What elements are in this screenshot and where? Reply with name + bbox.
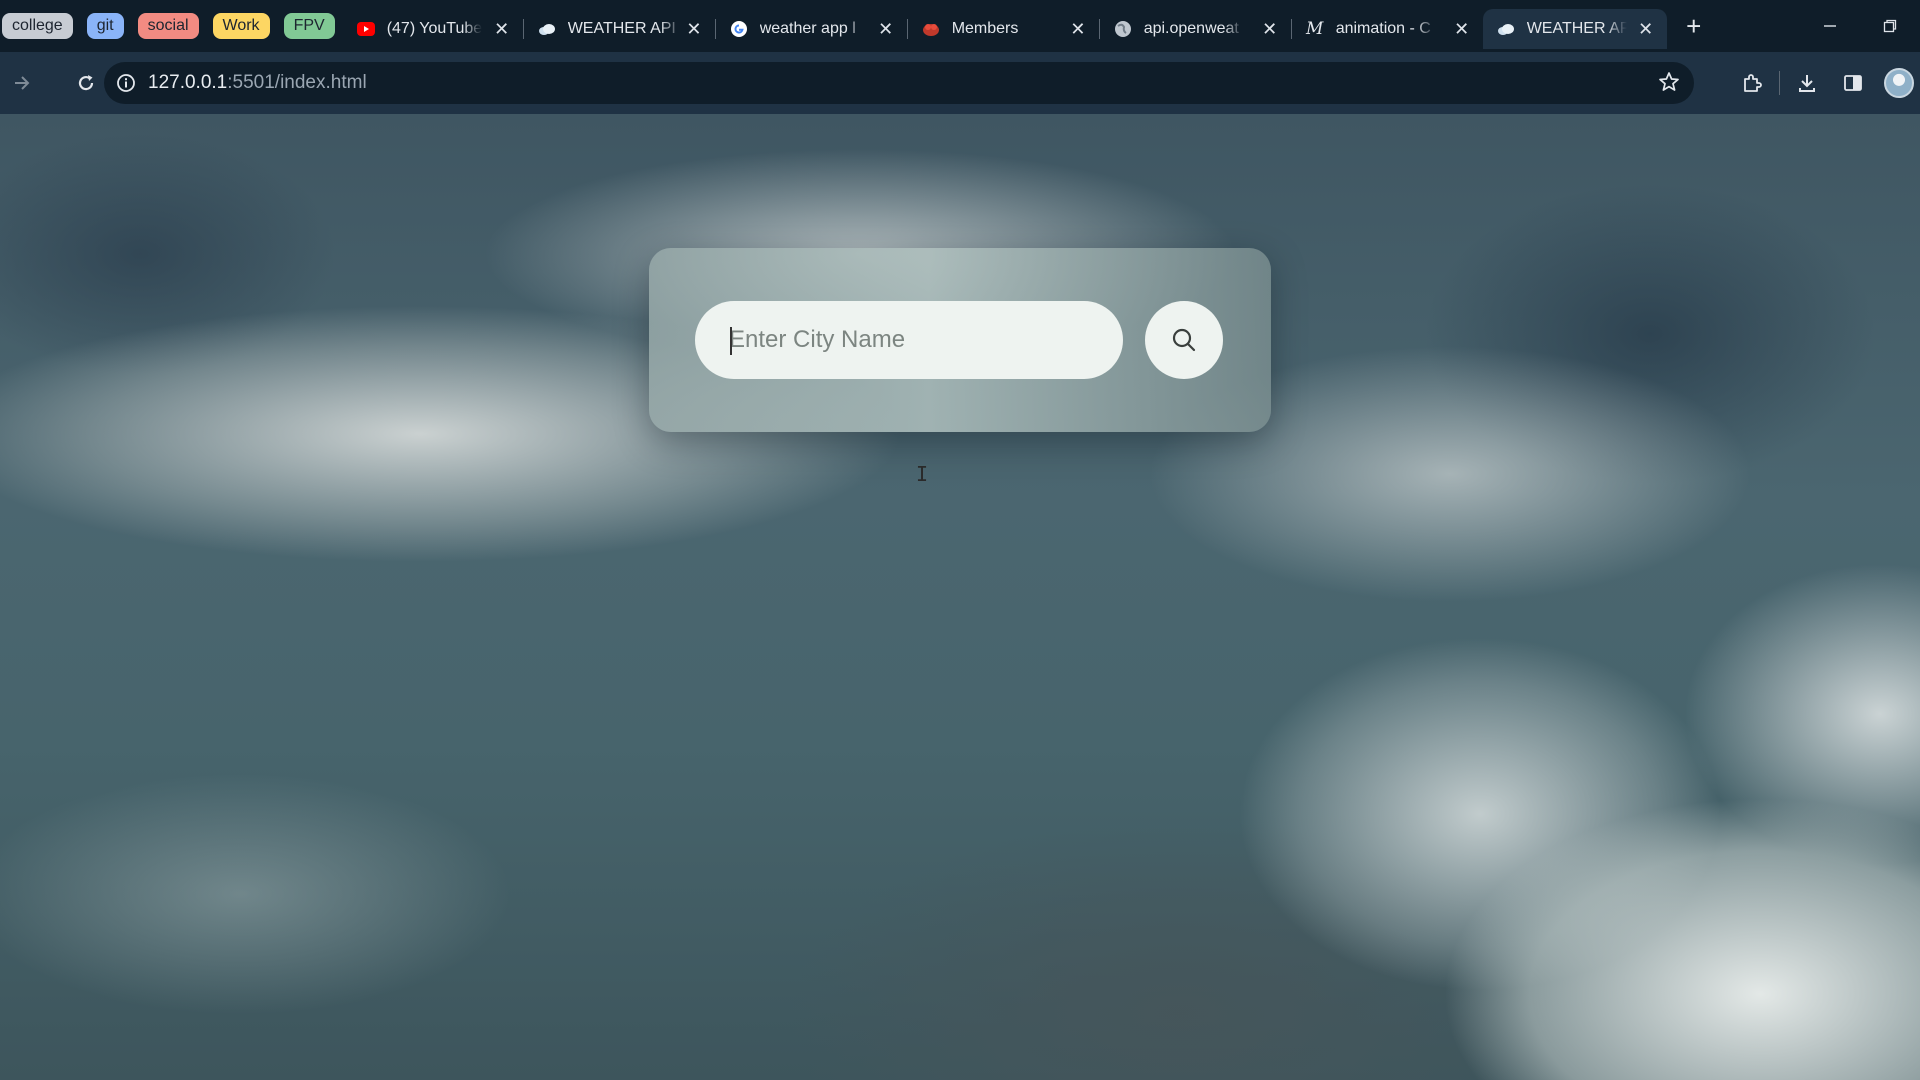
tab-group-college[interactable]: college <box>2 13 73 39</box>
tab-members[interactable]: Members ✕ <box>908 9 1099 49</box>
minimize-button[interactable] <box>1800 0 1860 52</box>
tab-group-social[interactable]: social <box>137 13 199 39</box>
tab-group-fpv[interactable]: FPV <box>283 13 335 39</box>
url-path: :5501/index.html <box>227 72 367 93</box>
side-panel-icon <box>1844 75 1862 91</box>
close-icon[interactable]: ✕ <box>875 18 897 40</box>
tab-title: animation - C <box>1335 20 1431 37</box>
tab-youtube[interactable]: (47) YouTube ✕ <box>343 9 523 49</box>
tab-title: weather app l <box>759 20 856 37</box>
reload-icon <box>78 75 94 91</box>
tab-title: WEATHER API <box>567 20 676 37</box>
close-icon[interactable]: ✕ <box>1635 18 1657 40</box>
address-bar[interactable]: 127.0.0.1:5501/index.html <box>104 62 1694 104</box>
arrow-right-icon <box>15 76 30 90</box>
site-info-icon[interactable] <box>104 62 148 104</box>
mouse-cursor-ibeam: I <box>916 462 929 486</box>
youtube-icon <box>356 20 375 38</box>
restore-button[interactable] <box>1860 0 1920 52</box>
downloads-button[interactable] <box>1784 60 1830 106</box>
tab-animation[interactable]: M animation - C ✕ <box>1292 9 1483 49</box>
members-icon <box>922 20 940 38</box>
new-tab-button[interactable]: + <box>1677 9 1711 43</box>
tab-weather-app-search[interactable]: weather app l ✕ <box>716 9 907 49</box>
forward-button[interactable] <box>0 61 44 105</box>
google-icon <box>730 20 748 38</box>
tab-weather-api-active[interactable]: WEATHER API ✕ <box>1482 9 1667 49</box>
city-search-input[interactable] <box>695 301 1123 379</box>
tab-openweather-api[interactable]: api.openweat ✕ <box>1100 9 1291 49</box>
browser-toolbar: 127.0.0.1:5501/index.html <box>0 52 1920 114</box>
url-host: 127.0.0.1 <box>148 72 228 93</box>
tab-groups: college git social Work FPV <box>0 13 343 39</box>
cloud-icon <box>1497 20 1515 38</box>
tab-weather-api[interactable]: WEATHER API ✕ <box>524 9 715 49</box>
tab-title: WEATHER API <box>1526 20 1627 37</box>
puzzle-icon <box>1744 74 1762 92</box>
reload-button[interactable] <box>64 61 108 105</box>
url-text: 127.0.0.1:5501/index.html <box>148 72 367 94</box>
tab-title: (47) YouTube <box>386 20 483 37</box>
search-icon <box>1172 328 1196 352</box>
medium-icon: M <box>1305 19 1324 39</box>
side-panel-button[interactable] <box>1830 60 1876 106</box>
tab-title: Members <box>951 20 1019 37</box>
tab-group-work[interactable]: Work <box>212 13 270 39</box>
page-viewport: I <box>0 114 1920 1080</box>
close-icon[interactable]: ✕ <box>1067 18 1089 40</box>
close-icon[interactable]: ✕ <box>1259 18 1281 40</box>
tab-list: (47) YouTube ✕ WEATHER API ✕ weather app… <box>343 0 1711 52</box>
toolbar-divider <box>1779 71 1780 95</box>
restore-icon <box>1883 19 1897 33</box>
minimize-icon <box>1824 25 1836 27</box>
search-button[interactable] <box>1145 301 1223 379</box>
window-controls <box>1800 0 1920 52</box>
text-caret <box>730 327 732 355</box>
bookmark-star-icon[interactable] <box>1658 71 1680 98</box>
tab-group-git[interactable]: git <box>86 13 124 39</box>
tab-strip: college git social Work FPV (47) YouTube… <box>0 0 1920 52</box>
toolbar-actions <box>1729 52 1920 114</box>
close-icon[interactable]: ✕ <box>1451 18 1473 40</box>
extensions-button[interactable] <box>1729 60 1775 106</box>
globe-icon <box>1114 20 1132 38</box>
search-card <box>649 248 1271 432</box>
close-icon[interactable]: ✕ <box>683 18 705 40</box>
profile-avatar[interactable] <box>1884 68 1914 98</box>
tab-title: api.openweat <box>1143 20 1239 37</box>
download-icon <box>1799 75 1815 92</box>
close-icon[interactable]: ✕ <box>491 18 513 40</box>
cloud-icon <box>538 20 556 38</box>
